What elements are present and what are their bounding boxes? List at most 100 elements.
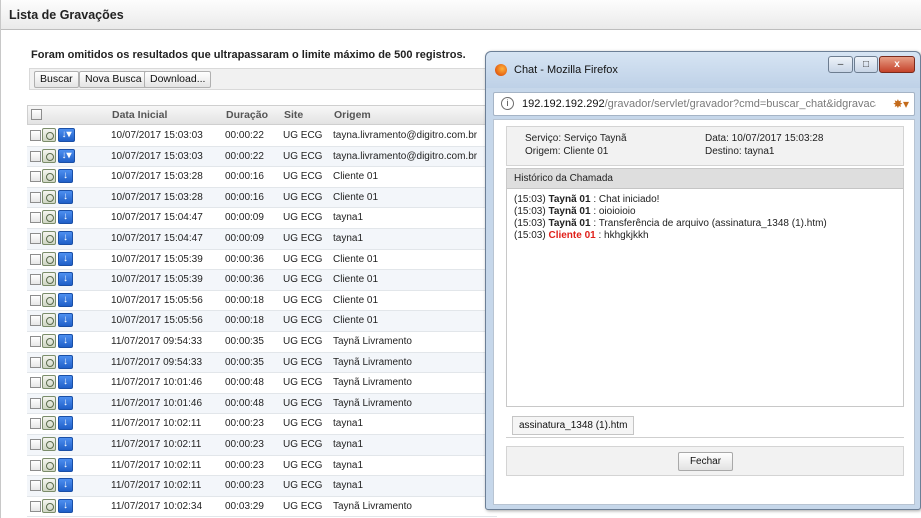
- download-button[interactable]: Download...: [144, 71, 212, 88]
- recording-icon[interactable]: [42, 251, 56, 266]
- table-row[interactable]: ↓ 10/07/2017 15:04:47 00:00:09 UG ECG tayna1: [27, 208, 497, 229]
- download-icon[interactable]: ↓: [58, 292, 73, 307]
- recording-icon[interactable]: [42, 437, 56, 451]
- download-icon[interactable]: ↓: [58, 210, 73, 225]
- info-icon[interactable]: i: [501, 97, 514, 110]
- download-icon[interactable]: ↓: [58, 313, 73, 328]
- row-checkbox[interactable]: [30, 356, 41, 368]
- close-button[interactable]: Fechar: [678, 452, 733, 471]
- table-row[interactable]: ↓ 10/07/2017 15:03:28 00:00:16 UG ECG Client…: [27, 167, 497, 188]
- table-row[interactable]: ↓ 11/07/2017 10:02:34 00:03:29 UG ECG Taynã …: [27, 497, 497, 518]
- download-icon[interactable]: ↓: [58, 189, 73, 204]
- extension-icon[interactable]: ✸▾: [893, 97, 909, 111]
- table-row[interactable]: ↓ 10/07/2017 15:05:39 00:00:36 UG ECG Client…: [27, 250, 497, 271]
- row-checkbox[interactable]: [30, 480, 41, 492]
- table-row[interactable]: ↓ 11/07/2017 10:02:11 00:00:23 UG ECG tayna1: [27, 476, 497, 497]
- row-checkbox[interactable]: [30, 253, 41, 265]
- download-icon[interactable]: ↓▾: [58, 128, 75, 142]
- recording-icon[interactable]: [42, 189, 56, 204]
- table-row[interactable]: ↓ 11/07/2017 10:01:46 00:00:48 UG ECG Taynã …: [27, 393, 497, 415]
- chat-message: (15:03) Taynã 01 : Chat iniciado!: [514, 194, 659, 205]
- message-text: : hkhgkjkkh: [598, 230, 649, 241]
- row-checkbox[interactable]: [30, 397, 41, 409]
- row-checkbox[interactable]: [30, 439, 41, 450]
- select-all-checkbox[interactable]: [31, 109, 42, 120]
- recording-icon[interactable]: [42, 128, 56, 142]
- row-checkbox[interactable]: [30, 500, 41, 512]
- table-row[interactable]: ↓ 10/07/2017 15:04:47 00:00:09 UG ECG tayna1: [27, 229, 497, 250]
- download-icon[interactable]: ↓: [58, 457, 73, 472]
- row-site: UG ECG: [283, 459, 323, 471]
- recording-icon[interactable]: [42, 272, 56, 287]
- table-row[interactable]: ↓ 10/07/2017 15:03:28 00:00:16 UG ECG Client…: [27, 187, 497, 209]
- table-row[interactable]: ↓▾ 10/07/2017 15:03:03 00:00:22 UG ECG tayna…: [27, 146, 497, 168]
- column-duration[interactable]: Duração: [226, 109, 268, 121]
- download-icon[interactable]: ↓: [58, 169, 73, 184]
- column-origin[interactable]: Origem: [334, 109, 371, 121]
- row-duration: 00:00:36: [225, 274, 264, 286]
- row-checkbox[interactable]: [30, 459, 41, 471]
- new-search-button[interactable]: Nova Busca: [79, 71, 148, 88]
- recording-icon[interactable]: [42, 375, 56, 390]
- row-checkbox[interactable]: [30, 212, 41, 224]
- row-checkbox[interactable]: [30, 233, 41, 244]
- download-icon[interactable]: ↓: [58, 354, 73, 369]
- page-title: Lista de Gravações: [9, 8, 124, 22]
- download-icon[interactable]: ↓▾: [58, 148, 75, 163]
- row-checkbox[interactable]: [30, 150, 41, 162]
- row-checkbox[interactable]: [30, 294, 41, 306]
- column-start-date[interactable]: Data Inicial: [112, 109, 167, 121]
- close-window-button[interactable]: x: [879, 56, 915, 73]
- row-checkbox[interactable]: [30, 315, 41, 327]
- table-row[interactable]: ↓ 11/07/2017 10:02:11 00:00:23 UG ECG tayna1: [27, 456, 497, 477]
- recording-icon[interactable]: [42, 210, 56, 225]
- row-origin: Cliente 01: [333, 315, 379, 327]
- table-row[interactable]: ↓▾ 10/07/2017 15:03:03 00:00:22 UG ECG tayna…: [27, 126, 497, 147]
- download-icon[interactable]: ↓: [58, 478, 73, 493]
- row-checkbox[interactable]: [30, 336, 41, 347]
- table-row[interactable]: ↓ 11/07/2017 09:54:33 00:00:35 UG ECG Taynã …: [27, 352, 497, 374]
- recording-icon[interactable]: [42, 292, 56, 307]
- table-row[interactable]: ↓ 11/07/2017 10:02:11 00:00:23 UG ECG tayna1: [27, 414, 497, 435]
- recording-icon[interactable]: [42, 498, 56, 513]
- download-icon[interactable]: ↓: [58, 231, 73, 245]
- download-icon[interactable]: ↓: [58, 334, 73, 348]
- attachment-link[interactable]: assinatura_1348 (1).htm: [512, 416, 635, 435]
- search-button[interactable]: Buscar: [34, 71, 79, 88]
- table-row[interactable]: ↓ 10/07/2017 15:05:56 00:00:18 UG ECG Client…: [27, 291, 497, 312]
- row-checkbox[interactable]: [30, 418, 41, 430]
- table-row[interactable]: ↓ 11/07/2017 09:54:33 00:00:35 UG ECG Taynã …: [27, 332, 497, 353]
- recording-icon[interactable]: [42, 395, 56, 410]
- recording-icon[interactable]: [42, 416, 56, 431]
- recording-icon[interactable]: [42, 478, 56, 493]
- recording-icon[interactable]: [42, 313, 56, 328]
- download-icon[interactable]: ↓: [58, 395, 73, 410]
- maximize-button[interactable]: □: [854, 56, 878, 73]
- table-row[interactable]: ↓ 11/07/2017 10:01:46 00:00:48 UG ECG Taynã …: [27, 373, 497, 394]
- recording-icon[interactable]: [42, 354, 56, 369]
- row-checkbox[interactable]: [30, 377, 41, 389]
- recording-icon[interactable]: [42, 334, 56, 348]
- download-icon[interactable]: ↓: [58, 375, 73, 390]
- recording-icon[interactable]: [42, 169, 56, 184]
- recording-icon[interactable]: [42, 457, 56, 472]
- download-icon[interactable]: ↓: [58, 272, 73, 287]
- row-checkbox[interactable]: [30, 130, 41, 141]
- download-icon[interactable]: ↓: [58, 437, 73, 451]
- download-icon[interactable]: ↓: [58, 416, 73, 431]
- table-row[interactable]: ↓ 10/07/2017 15:05:56 00:00:18 UG ECG Client…: [27, 311, 497, 332]
- url-text[interactable]: 192.192.192.292/gravador/servlet/gravado…: [522, 98, 876, 110]
- table-row[interactable]: ↓ 10/07/2017 15:05:39 00:00:36 UG ECG Client…: [27, 270, 497, 291]
- download-icon[interactable]: ↓: [58, 251, 73, 266]
- address-bar[interactable]: i 192.192.192.292/gravador/servlet/grava…: [493, 92, 915, 116]
- row-checkbox[interactable]: [30, 191, 41, 203]
- column-site[interactable]: Site: [284, 109, 303, 121]
- download-icon[interactable]: ↓: [58, 498, 73, 513]
- row-origin: tayna1: [333, 439, 364, 450]
- minimize-button[interactable]: –: [828, 56, 853, 73]
- recording-icon[interactable]: [42, 231, 56, 245]
- row-checkbox[interactable]: [30, 171, 41, 183]
- recording-icon[interactable]: [42, 148, 56, 163]
- table-row[interactable]: ↓ 11/07/2017 10:02:11 00:00:23 UG ECG tayna1: [27, 435, 497, 456]
- row-checkbox[interactable]: [30, 274, 41, 286]
